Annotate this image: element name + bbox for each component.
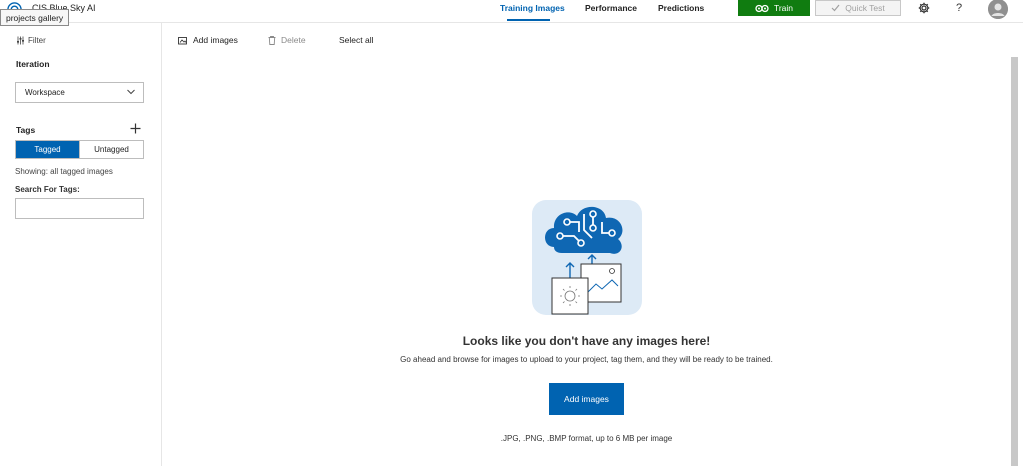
chevron-down-icon <box>127 89 135 95</box>
untagged-toggle-button[interactable]: Untagged <box>79 141 143 158</box>
tag-filter-toggle: Tagged Untagged <box>15 140 144 159</box>
iteration-dropdown[interactable]: Workspace <box>15 82 144 103</box>
gears-icon <box>755 4 769 12</box>
train-label: Train <box>773 3 794 13</box>
add-images-toolbar-button[interactable]: Add images <box>178 35 238 45</box>
iteration-heading: Iteration <box>16 59 50 69</box>
tab-training-images[interactable]: Training Images <box>500 3 565 13</box>
showing-status-text: Showing: all tagged images <box>15 167 113 176</box>
user-icon <box>988 0 1008 19</box>
delete-label: Delete <box>281 35 306 45</box>
search-tags-label: Search For Tags: <box>15 185 80 194</box>
add-tag-icon[interactable] <box>130 123 141 134</box>
quick-test-label: Quick Test <box>845 3 885 13</box>
avatar[interactable] <box>988 0 1008 19</box>
empty-state-description: Go ahead and browse for images to upload… <box>400 355 773 364</box>
settings-button[interactable] <box>917 1 931 15</box>
top-bar: CIS Blue Sky AI Training Images Performa… <box>0 0 1023 23</box>
empty-state-title: Looks like you don't have any images her… <box>462 334 711 348</box>
filter-icon <box>17 36 24 45</box>
train-button[interactable]: Train <box>738 0 810 16</box>
quick-test-button[interactable]: Quick Test <box>815 0 901 16</box>
select-all-button[interactable]: Select all <box>339 35 374 45</box>
filter-label: Filter <box>28 36 46 45</box>
active-tab-indicator <box>507 19 550 21</box>
tags-heading: Tags <box>16 125 36 135</box>
tab-performance[interactable]: Performance <box>585 3 637 13</box>
tagged-toggle-button[interactable]: Tagged <box>16 141 79 158</box>
tab-predictions[interactable]: Predictions <box>658 3 704 13</box>
add-images-button[interactable]: Add images <box>549 383 624 415</box>
search-tags-input[interactable] <box>15 198 144 219</box>
vertical-scrollbar[interactable] <box>1011 57 1018 466</box>
trash-icon <box>268 35 276 45</box>
gear-icon <box>918 2 930 14</box>
checkmark-icon <box>831 4 840 12</box>
delete-button[interactable]: Delete <box>268 35 306 45</box>
supported-formats-text: .JPG, .PNG, .BMP format, up to 6 MB per … <box>500 434 673 443</box>
add-images-toolbar-label: Add images <box>193 35 238 45</box>
upload-images-illustration-icon <box>532 200 642 315</box>
help-button[interactable]: ? <box>952 1 966 15</box>
iteration-value: Workspace <box>25 88 65 97</box>
filter-button[interactable]: Filter <box>16 36 46 45</box>
add-image-icon <box>178 36 187 44</box>
projects-gallery-tooltip: projects gallery <box>0 9 70 26</box>
sidebar: Filter Iteration Workspace Tags Tagged U… <box>0 23 162 466</box>
